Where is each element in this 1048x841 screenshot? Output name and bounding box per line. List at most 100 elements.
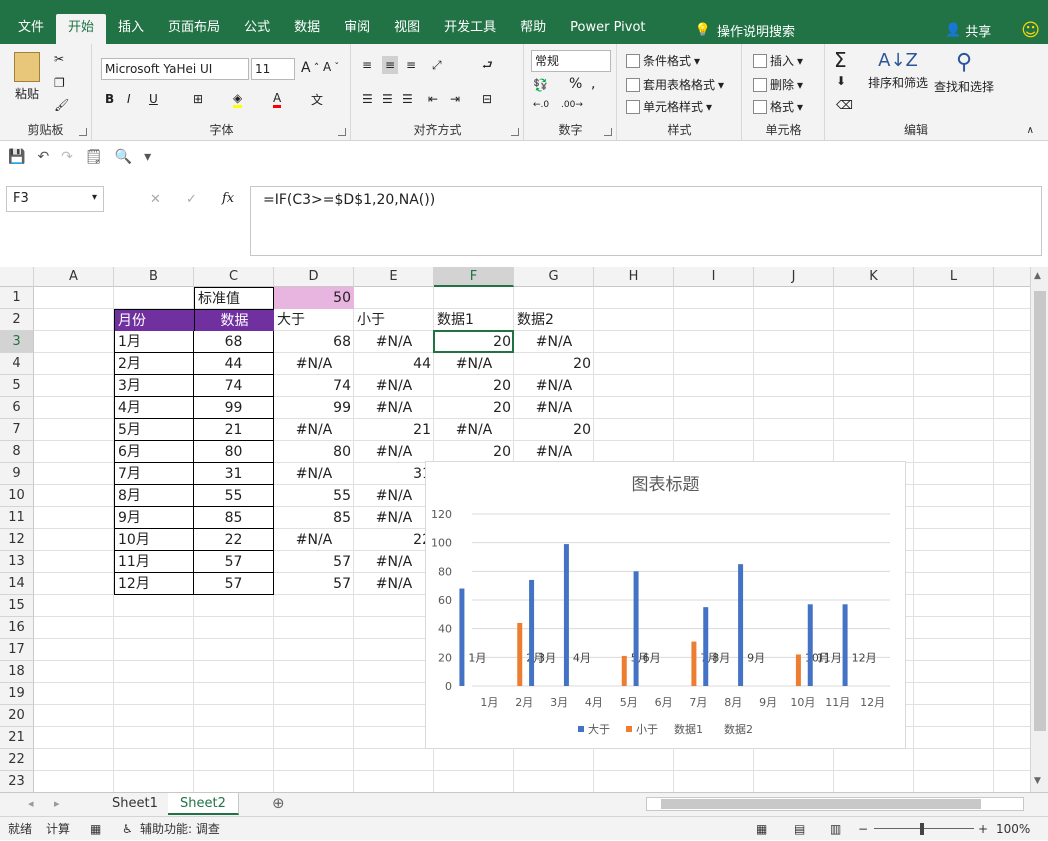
font-color-icon[interactable]: A bbox=[273, 91, 282, 108]
add-sheet-icon[interactable]: ⊕ bbox=[272, 794, 285, 812]
row-header-11[interactable]: 11 bbox=[0, 507, 34, 529]
column-header-j[interactable]: J bbox=[754, 267, 834, 287]
cell-b2[interactable]: 月份 bbox=[114, 309, 194, 331]
cell-c9[interactable]: 31 bbox=[194, 463, 274, 485]
alignment-dialog-launcher[interactable] bbox=[511, 128, 519, 136]
cell-f3[interactable]: 20 bbox=[434, 331, 514, 353]
select-all-corner[interactable] bbox=[0, 267, 34, 287]
cell-e8[interactable]: #N/A bbox=[354, 441, 434, 463]
cell-g5[interactable]: #N/A bbox=[514, 375, 594, 397]
formula-input[interactable]: =IF(C3>=$D$1,20,NA()) bbox=[250, 186, 1042, 256]
cancel-icon[interactable]: ✕ bbox=[150, 192, 161, 207]
column-header-c[interactable]: C bbox=[194, 267, 274, 287]
cell-d13[interactable]: 57 bbox=[274, 551, 354, 573]
print-preview-icon[interactable]: 🔍 bbox=[115, 149, 132, 165]
row-header-6[interactable]: 6 bbox=[0, 397, 34, 419]
row-header-20[interactable]: 20 bbox=[0, 705, 34, 727]
cell-d5[interactable]: 74 bbox=[274, 375, 354, 397]
cell-b9[interactable]: 7月 bbox=[114, 463, 194, 485]
row-header-8[interactable]: 8 bbox=[0, 441, 34, 463]
cell-d3[interactable]: 68 bbox=[274, 331, 354, 353]
row-header-1[interactable]: 1 bbox=[0, 287, 34, 309]
font-name-dropdown[interactable]: Microsoft YaHei UI bbox=[101, 58, 249, 80]
orientation-icon[interactable]: ⤢ bbox=[432, 58, 442, 73]
merge-icon[interactable]: ⊟ bbox=[482, 92, 492, 106]
percent-button[interactable]: % bbox=[569, 76, 582, 92]
name-box-chevron-icon[interactable]: ▾ bbox=[92, 192, 97, 203]
cell-styles-button[interactable]: 单元格样式 ▾ bbox=[626, 98, 712, 115]
cell-b13[interactable]: 11月 bbox=[114, 551, 194, 573]
tab-1[interactable]: 开始 bbox=[56, 14, 107, 44]
align-bottom-icon[interactable]: ≡ bbox=[406, 58, 416, 72]
normal-view-icon[interactable]: ▦ bbox=[756, 817, 767, 841]
cell-b11[interactable]: 9月 bbox=[114, 507, 194, 529]
decrease-decimal-icon[interactable]: .00→ bbox=[561, 100, 583, 110]
clipboard-dialog-launcher[interactable] bbox=[79, 128, 87, 136]
cell-c1[interactable]: 标准值 bbox=[194, 287, 274, 309]
row-header-7[interactable]: 7 bbox=[0, 419, 34, 441]
comma-icon[interactable]: , bbox=[591, 76, 595, 92]
cell-b7[interactable]: 5月 bbox=[114, 419, 194, 441]
row-header-19[interactable]: 19 bbox=[0, 683, 34, 705]
cell-b5[interactable]: 3月 bbox=[114, 375, 194, 397]
increase-decimal-icon[interactable]: ←.0 bbox=[533, 100, 549, 110]
cell-c6[interactable]: 99 bbox=[194, 397, 274, 419]
column-header-g[interactable]: G bbox=[514, 267, 594, 287]
italic-button[interactable]: I bbox=[127, 92, 131, 106]
page-break-icon[interactable]: ▥ bbox=[830, 817, 841, 841]
cell-e13[interactable]: #N/A bbox=[354, 551, 434, 573]
phonetic-icon[interactable]: 文 bbox=[311, 91, 323, 108]
sort-filter-button[interactable]: A↓Z 排序和筛选 bbox=[868, 50, 928, 91]
cell-d14[interactable]: 57 bbox=[274, 573, 354, 595]
h-scroll-thumb[interactable] bbox=[661, 799, 981, 809]
autosum-icon[interactable]: Σ bbox=[834, 48, 847, 72]
cell-d11[interactable]: 85 bbox=[274, 507, 354, 529]
row-header-4[interactable]: 4 bbox=[0, 353, 34, 375]
macro-record-icon[interactable]: ▦ bbox=[90, 817, 101, 841]
zoom-in-icon[interactable]: + bbox=[978, 817, 988, 841]
share-button[interactable]: 共享 bbox=[965, 21, 991, 40]
increase-indent-icon[interactable]: ⇥ bbox=[450, 92, 460, 106]
align-center-icon[interactable]: ☰ bbox=[382, 92, 393, 106]
align-middle-icon[interactable]: ≡ bbox=[382, 56, 399, 74]
status-calc[interactable]: 计算 bbox=[46, 817, 70, 841]
cell-b10[interactable]: 8月 bbox=[114, 485, 194, 507]
fill-color-icon[interactable]: ◈ bbox=[233, 91, 243, 108]
cell-d10[interactable]: 55 bbox=[274, 485, 354, 507]
cell-b14[interactable]: 12月 bbox=[114, 573, 194, 595]
row-header-23[interactable]: 23 bbox=[0, 771, 34, 792]
find-select-button[interactable]: ⚲ 查找和选择 bbox=[934, 50, 994, 95]
function-icon[interactable]: fx bbox=[222, 191, 234, 206]
cell-d6[interactable]: 99 bbox=[274, 397, 354, 419]
row-header-14[interactable]: 14 bbox=[0, 573, 34, 595]
cell-d1[interactable]: 50 bbox=[274, 287, 354, 309]
cell-c4[interactable]: 44 bbox=[194, 353, 274, 375]
column-header-h[interactable]: H bbox=[594, 267, 674, 287]
column-header-i[interactable]: I bbox=[674, 267, 754, 287]
row-header-9[interactable]: 9 bbox=[0, 463, 34, 485]
cell-e14[interactable]: #N/A bbox=[354, 573, 434, 595]
tab-7[interactable]: 视图 bbox=[382, 14, 432, 44]
row-header-2[interactable]: 2 bbox=[0, 309, 34, 331]
column-header-a[interactable]: A bbox=[34, 267, 114, 287]
font-dialog-launcher[interactable] bbox=[338, 128, 346, 136]
column-header-l[interactable]: L bbox=[914, 267, 994, 287]
cell-d12[interactable]: #N/A bbox=[274, 529, 354, 551]
cell-g7[interactable]: 20 bbox=[514, 419, 594, 441]
cell-e7[interactable]: 21 bbox=[354, 419, 434, 441]
wrap-text-icon[interactable]: ⮐ bbox=[482, 56, 493, 77]
cell-d2[interactable]: 大于 bbox=[274, 309, 354, 331]
row-header-17[interactable]: 17 bbox=[0, 639, 34, 661]
scroll-thumb[interactable] bbox=[1034, 291, 1046, 731]
row-header-12[interactable]: 12 bbox=[0, 529, 34, 551]
cell-b4[interactable]: 2月 bbox=[114, 353, 194, 375]
tab-5[interactable]: 数据 bbox=[282, 14, 332, 44]
cell-c12[interactable]: 22 bbox=[194, 529, 274, 551]
cell-d8[interactable]: 80 bbox=[274, 441, 354, 463]
row-header-18[interactable]: 18 bbox=[0, 661, 34, 683]
border-icon[interactable]: ⊞ bbox=[193, 92, 203, 106]
cell-b12[interactable]: 10月 bbox=[114, 529, 194, 551]
cell-e5[interactable]: #N/A bbox=[354, 375, 434, 397]
cell-e2[interactable]: 小于 bbox=[354, 309, 434, 331]
cell-b8[interactable]: 6月 bbox=[114, 441, 194, 463]
